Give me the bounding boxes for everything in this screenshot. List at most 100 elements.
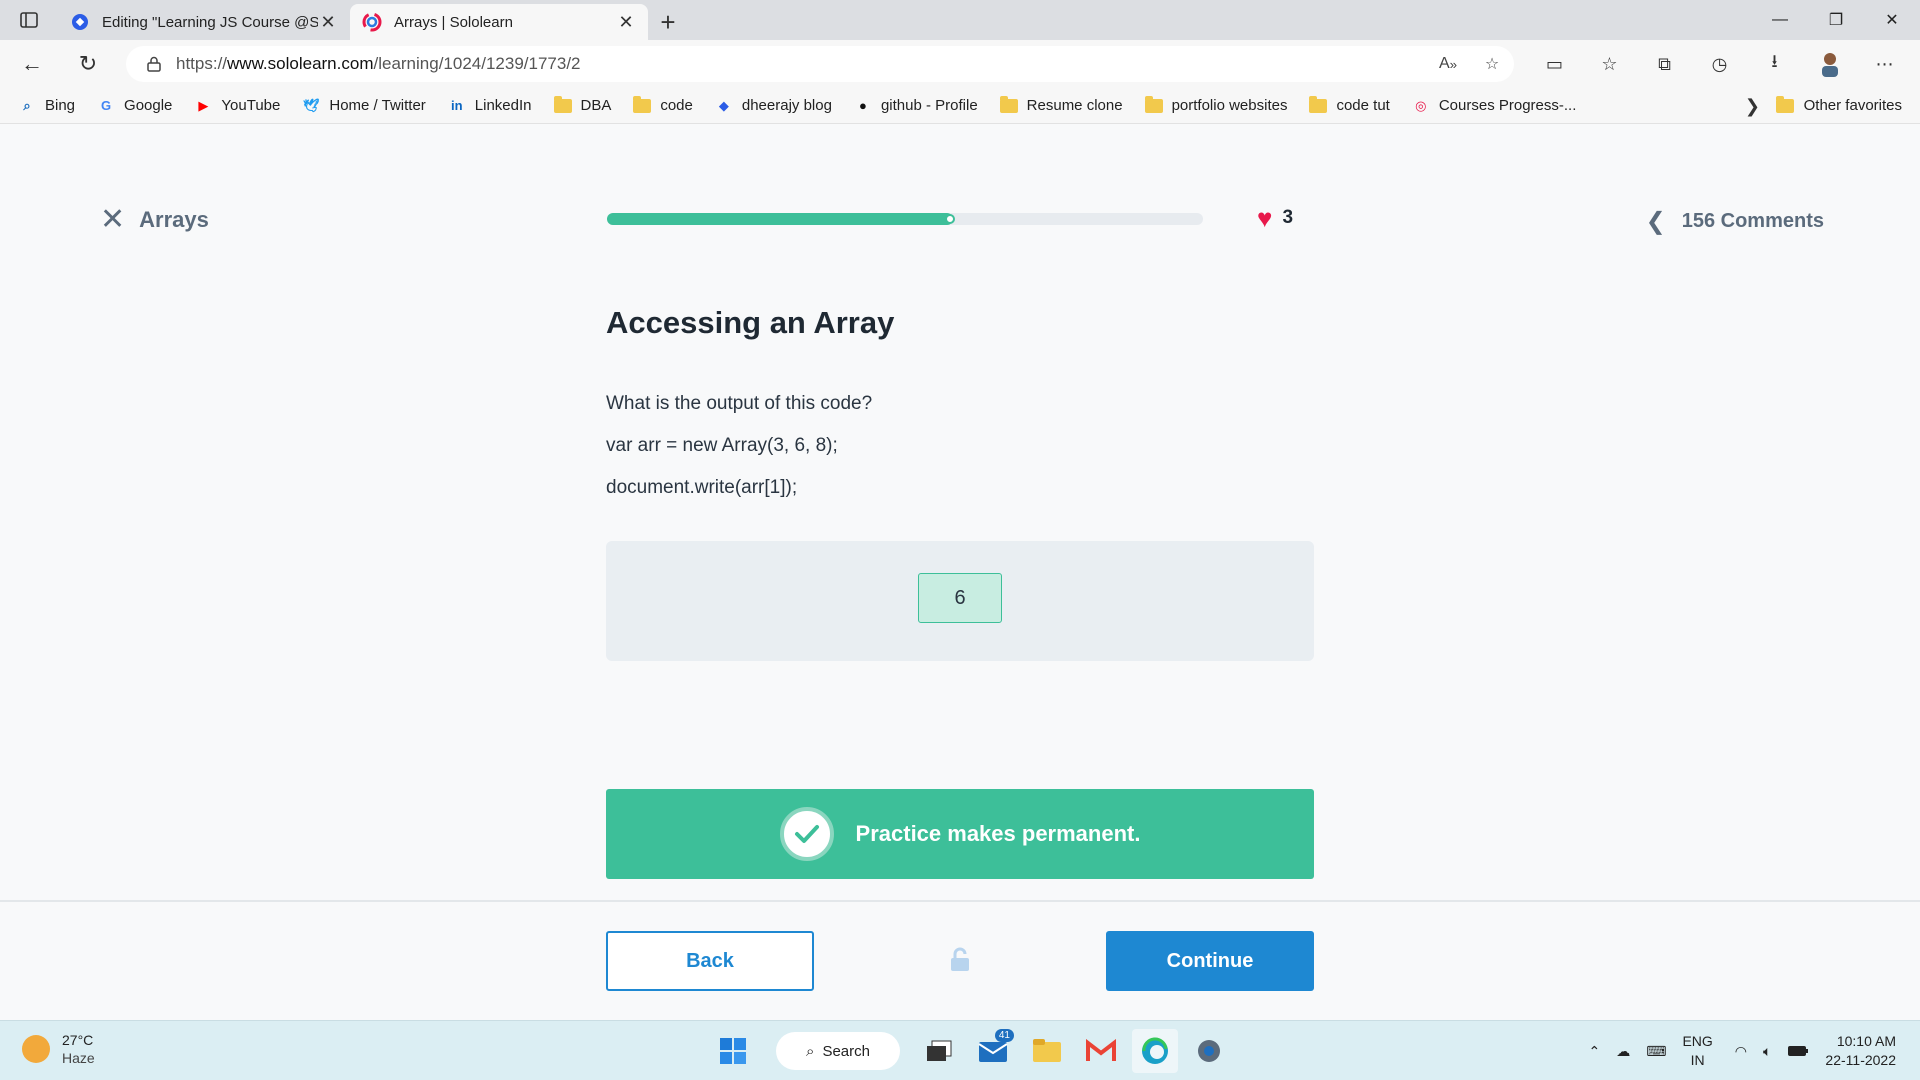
settings-icon[interactable] (1186, 1029, 1232, 1073)
start-icon[interactable] (710, 1029, 756, 1073)
bookmark-item[interactable]: ● github - Profile (854, 97, 978, 115)
history-icon[interactable]: ◷ (1692, 46, 1747, 82)
unlock-icon (948, 947, 972, 978)
bookmark-item[interactable]: Resume clone (999, 95, 1123, 115)
minimize-icon[interactable]: — (1752, 0, 1808, 40)
progress-fill (607, 213, 955, 225)
bookmark-item[interactable]: ▶ YouTube (194, 97, 280, 115)
bookmark-label: Courses Progress-... (1438, 97, 1577, 114)
search-label: Search (822, 1042, 870, 1060)
lesson-progress-bar (607, 213, 1203, 225)
weather-widget[interactable]: 27°C Haze (22, 1031, 95, 1067)
bookmark-item[interactable]: code (633, 95, 693, 115)
blog-icon: ◆ (718, 97, 729, 113)
answer-area: 6 (606, 541, 1314, 661)
close-icon: ✕ (100, 203, 126, 236)
youtube-icon: ▶ (198, 97, 209, 113)
feedback-text: Practice makes permanent. (855, 821, 1141, 846)
back-arrow-icon[interactable]: ← (8, 44, 56, 84)
tab-actions-icon (20, 12, 38, 28)
url-scheme: https:// (176, 54, 228, 73)
other-favorites[interactable]: Other favorites (1775, 95, 1902, 114)
onedrive-icon[interactable]: ☁ (1616, 1043, 1630, 1060)
volume-icon[interactable]: 🔈︎ (1763, 1043, 1771, 1060)
lives-counter: ♥ 3 (1257, 205, 1293, 231)
tab-title: Arrays | Sololearn (394, 13, 513, 31)
bookmark-item[interactable]: portfolio websites (1144, 95, 1287, 115)
close-tab-icon[interactable]: ✕ (616, 12, 636, 32)
lang-code: ENG (1682, 1033, 1713, 1049)
comments-button[interactable]: ❮ 156 Comments (1646, 207, 1824, 236)
restore-icon[interactable]: ❐ (1808, 0, 1864, 40)
new-tab-button[interactable]: + (648, 4, 688, 40)
taskbar-apps: ⌕ Search 41 (710, 1029, 1240, 1073)
close-lesson-button[interactable]: ✕ Arrays (100, 205, 209, 235)
tab-title: Editing "Learning JS Course @Sc (102, 13, 318, 31)
refresh-icon[interactable]: ↻ (64, 44, 112, 84)
lesson-title: Accessing an Array (606, 305, 895, 340)
close-window-icon[interactable]: ✕ (1864, 0, 1920, 40)
keyboard-icon[interactable]: ⌨ (1646, 1043, 1666, 1060)
comments-label: 156 Comments (1681, 210, 1824, 232)
collections-icon[interactable]: ⧉ (1637, 46, 1692, 82)
bookmark-item[interactable]: ◎ Courses Progress-... (1412, 97, 1577, 115)
cast-icon[interactable]: ▭ (1527, 46, 1582, 82)
other-favorites-label: Other favorites (1803, 97, 1902, 114)
url-path: /learning/1024/1239/1773/2 (373, 54, 581, 73)
clock[interactable]: 10:10 AM 22-11-2022 (1825, 1032, 1896, 1070)
bookmark-label: Resume clone (1026, 97, 1123, 114)
window-controls: — ❐ ✕ (1752, 0, 1920, 40)
profile-avatar[interactable] (1802, 46, 1857, 82)
bookmark-item[interactable]: in LinkedIn (448, 97, 532, 115)
wifi-icon[interactable]: ◠ (1735, 1043, 1747, 1060)
file-explorer-icon[interactable] (1024, 1029, 1070, 1073)
navigation-bar: ← ↻ https://www.sololearn.com/learning/1… (0, 40, 1920, 88)
bookmark-label: DBA (580, 97, 612, 114)
time: 10:10 AM (1836, 1033, 1896, 1049)
taskbar-search[interactable]: ⌕ Search (776, 1032, 900, 1070)
github-icon: ● (859, 98, 867, 113)
question-text: What is the output of this code? (606, 393, 873, 414)
more-bookmarks-icon[interactable]: ❯ (1745, 96, 1760, 117)
battery-icon[interactable] (1787, 1045, 1809, 1057)
bookmark-item[interactable]: ◆ dheerajy blog (715, 97, 832, 115)
bookmark-item[interactable]: code tut (1309, 95, 1390, 115)
sololearn-icon (362, 12, 382, 32)
folder-icon (553, 95, 572, 115)
close-tab-icon[interactable]: ✕ (318, 12, 338, 32)
tab-arrays[interactable]: Arrays | Sololearn ✕ (350, 4, 648, 40)
bookmark-item[interactable]: 🕊︎ Home / Twitter (302, 97, 426, 115)
downloads-icon[interactable]: ⭳ (1747, 46, 1802, 82)
url-text[interactable]: https://www.sololearn.com/learning/1024/… (176, 54, 1426, 74)
read-aloud-icon[interactable]: A» (1426, 55, 1470, 73)
language-indicator[interactable]: ENG IN (1682, 1032, 1712, 1070)
bookmark-item[interactable]: ⌕ Bing (18, 97, 75, 115)
bookmark-item[interactable]: DBA (553, 95, 612, 115)
tab-actions-button[interactable] (0, 0, 58, 40)
chevron-up-icon[interactable]: ⌃ (1589, 1043, 1601, 1060)
system-tray: ⌃ ☁ ⌨ ENG IN ◠ 🔈︎ 10:10 AM 22-11-2022 (1589, 1021, 1920, 1080)
bookmark-label: Google (124, 97, 173, 114)
bookmark-label: Home / Twitter (329, 97, 426, 114)
mail-badge: 41 (994, 1029, 1014, 1042)
bookmark-item[interactable]: G Google (97, 97, 172, 115)
tab-editing[interactable]: Editing "Learning JS Course @Sc ✕ (58, 4, 350, 40)
address-bar[interactable]: https://www.sololearn.com/learning/1024/… (126, 46, 1514, 82)
weather-condition: Haze (62, 1050, 95, 1066)
favorites-icon[interactable]: ☆ (1582, 46, 1637, 82)
task-view-icon[interactable] (916, 1029, 962, 1073)
back-button[interactable]: Back (606, 931, 814, 991)
heart-icon: ♥ (1257, 203, 1273, 233)
add-favorite-icon[interactable]: ☆ (1470, 54, 1514, 74)
mail-icon[interactable]: 41 (970, 1029, 1016, 1073)
lock-icon[interactable] (132, 56, 176, 72)
continue-button[interactable]: Continue (1106, 931, 1314, 991)
answer-chip[interactable]: 6 (918, 573, 1002, 623)
folder-icon (1309, 95, 1328, 115)
gmail-icon[interactable] (1078, 1029, 1124, 1073)
folder-icon (633, 95, 652, 115)
more-menu-icon[interactable]: ⋯ (1857, 46, 1912, 82)
temperature: 27°C (62, 1032, 94, 1048)
windows-taskbar: 27°C Haze ⌕ Search 41 ⌃ ☁ ⌨ ENG IN ◠ 🔈︎ 10:… (0, 1020, 1920, 1080)
edge-icon[interactable] (1132, 1029, 1178, 1073)
